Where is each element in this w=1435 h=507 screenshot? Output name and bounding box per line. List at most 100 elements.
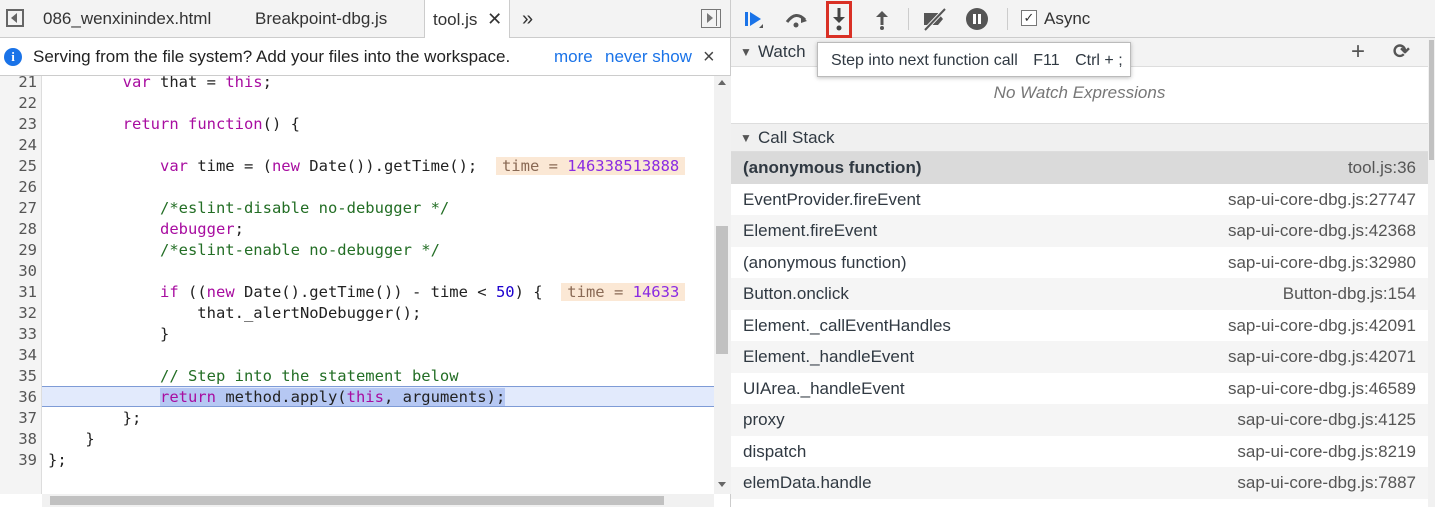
code-editor[interactable]: var that = this; return function() { var… <box>0 76 714 494</box>
infobar-never-show-link[interactable]: never show <box>605 38 692 76</box>
frame-function-name: (anonymous function) <box>743 158 922 177</box>
line-number[interactable]: 21 <box>0 76 37 93</box>
call-stack-frame[interactable]: dispatch sap-ui-core-dbg.js:8219 <box>731 435 1428 467</box>
frame-location-link[interactable]: sap-ui-core-dbg.js:27747 <box>1228 184 1416 215</box>
toolbar-divider-2 <box>1007 8 1008 30</box>
code-line-31: if ((new Date().getTime()) - time < 50) … <box>48 282 686 303</box>
refresh-icon[interactable]: ⟳ <box>1393 38 1410 66</box>
editor-vertical-scrollbar[interactable] <box>714 76 731 494</box>
line-number[interactable]: 38 <box>0 429 37 450</box>
line-number[interactable]: 37 <box>0 408 37 429</box>
call-stack-frame[interactable]: Element._handleEvent sap-ui-core-dbg.js:4… <box>731 341 1428 373</box>
call-stack-frame[interactable]: proxy sap-ui-core-dbg.js:4125 <box>731 404 1428 436</box>
line-number[interactable]: 29 <box>0 240 37 261</box>
frame-function-name: Element._callEventHandles <box>743 315 951 335</box>
step-into-button[interactable] <box>826 1 852 38</box>
step-over-icon[interactable] <box>783 6 809 32</box>
code-line-33: } <box>48 325 170 343</box>
line-number[interactable]: 31 <box>0 282 37 303</box>
line-number[interactable]: 35 <box>0 366 37 387</box>
code-line-35: // Step into the statement below <box>48 367 459 385</box>
scrollbar-thumb-horizontal[interactable] <box>50 496 664 505</box>
inline-value-time: time = 146338513888 <box>495 157 686 175</box>
frame-function-name: UIArea._handleEvent <box>743 378 905 398</box>
frame-location-link[interactable]: sap-ui-core-dbg.js:4125 <box>1237 404 1416 435</box>
line-number[interactable]: 26 <box>0 177 37 198</box>
code-line-25: var time = (new Date()).getTime(); time … <box>48 156 686 177</box>
resume-icon[interactable] <box>741 6 767 32</box>
step-into-icon <box>833 8 845 31</box>
line-number[interactable]: 30 <box>0 261 37 282</box>
call-stack-frame[interactable]: Element.fireEvent sap-ui-core-dbg.js:4236… <box>731 215 1428 247</box>
code-line-21: var that = this; <box>48 76 272 91</box>
frame-location-link[interactable]: tool.js:36 <box>1348 152 1416 183</box>
call-stack-frame[interactable]: Button.onclick Button-dbg.js:154 <box>731 278 1428 310</box>
close-tab-icon[interactable]: ✕ <box>487 9 502 29</box>
frame-location-link[interactable]: Button-dbg.js:154 <box>1283 278 1416 309</box>
line-number[interactable]: 36 <box>0 387 37 408</box>
frame-function-name: Element.fireEvent <box>743 221 878 240</box>
infobar-more-link[interactable]: more <box>554 38 593 76</box>
frame-function-name: EventProvider.fireEvent <box>743 189 921 209</box>
call-stack-frame[interactable]: (anonymous function) sap-ui-core-dbg.js:3… <box>731 246 1428 278</box>
infobar-message: Serving from the file system? Add your f… <box>33 47 511 66</box>
frame-location-link[interactable]: sap-ui-core-dbg.js:42071 <box>1228 341 1416 372</box>
close-icon[interactable]: × <box>703 38 715 76</box>
frame-location-link[interactable]: sap-ui-core-dbg.js:32980 <box>1228 247 1416 278</box>
line-number[interactable]: 33 <box>0 324 37 345</box>
frame-location-link[interactable]: sap-ui-core-dbg.js:46589 <box>1228 373 1416 404</box>
toggle-navigator-icon[interactable] <box>6 9 24 27</box>
call-stack-frame[interactable]: (anonymous function) tool.js:36 <box>731 152 1428 184</box>
sidebar-scrollbar-thumb[interactable] <box>1429 40 1434 160</box>
add-watch-icon[interactable]: + <box>1351 38 1365 66</box>
tab-tool-js-label: tool.js <box>433 10 478 29</box>
line-number[interactable]: 23 <box>0 114 37 135</box>
line-number[interactable]: 25 <box>0 156 37 177</box>
code-line-29: /*eslint-enable no-debugger */ <box>48 241 440 259</box>
step-out-icon[interactable] <box>869 6 895 32</box>
call-stack-section-header[interactable]: ▼ Call Stack <box>731 124 1428 152</box>
call-stack-frame[interactable]: UIArea._handleEvent sap-ui-core-dbg.js:46… <box>731 372 1428 404</box>
step-into-tooltip: Step into next function call F11 Ctrl + … <box>817 42 1131 77</box>
line-number[interactable]: 39 <box>0 450 37 471</box>
line-number[interactable]: 22 <box>0 93 37 114</box>
line-number[interactable]: 34 <box>0 345 37 366</box>
deactivate-breakpoints-icon[interactable] <box>921 6 947 32</box>
pause-on-exceptions-icon[interactable] <box>964 6 990 32</box>
editor-horizontal-scrollbar[interactable] <box>42 494 714 507</box>
code-line-39: }; <box>48 451 67 469</box>
toggle-debugger-sidebar-icon[interactable] <box>701 9 721 28</box>
async-checkbox[interactable]: ✓ <box>1021 10 1037 26</box>
frame-location-link[interactable]: sap-ui-core-dbg.js:42091 <box>1228 310 1416 341</box>
watch-title: Watch <box>758 42 806 61</box>
tab-breakpoint-dbg[interactable]: Breakpoint-dbg.js <box>255 0 387 37</box>
code-line-38: } <box>48 430 95 448</box>
frame-location-link[interactable]: sap-ui-core-dbg.js:7887 <box>1237 467 1416 498</box>
code-line-27: /*eslint-disable no-debugger */ <box>48 199 450 217</box>
scroll-up-arrow-icon[interactable] <box>718 80 726 85</box>
line-number[interactable]: 32 <box>0 303 37 324</box>
tooltip-text: Step into next function call <box>831 52 1018 69</box>
call-stack-frame[interactable]: Element._callEventHandles sap-ui-core-dbg… <box>731 309 1428 341</box>
call-stack-frame[interactable]: EventProvider.fireEvent sap-ui-core-dbg.j… <box>731 183 1428 215</box>
tab-tool-js[interactable]: tool.js ✕ <box>424 0 510 38</box>
frame-function-name: Button.onclick <box>743 284 849 303</box>
code-line-28: debugger; <box>159 220 244 238</box>
line-number[interactable]: 28 <box>0 219 37 240</box>
tab-overflow-icon[interactable]: » <box>522 0 533 37</box>
watch-empty-text: No Watch Expressions <box>993 83 1166 102</box>
inline-value-time-2: time = 14633 <box>561 283 686 301</box>
scroll-down-arrow-icon[interactable] <box>718 482 726 487</box>
line-number[interactable]: 24 <box>0 135 37 156</box>
frame-location-link[interactable]: sap-ui-core-dbg.js:42368 <box>1228 215 1416 246</box>
scrollbar-thumb[interactable] <box>716 226 728 354</box>
frame-location-link[interactable]: sap-ui-core-dbg.js:8219 <box>1237 436 1416 467</box>
line-number[interactable]: 27 <box>0 198 37 219</box>
expand-triangle-icon: ▼ <box>740 131 752 145</box>
code-line-23: return function() { <box>48 115 300 133</box>
debugger-toolbar: ✓ Async <box>731 0 1435 38</box>
call-stack-frame[interactable]: elemData.handle sap-ui-core-dbg.js:7887 <box>731 467 1428 499</box>
tab-086-wenxinindex[interactable]: 086_wenxinindex.html <box>43 0 211 37</box>
sidebar-scrollbar[interactable] <box>1428 38 1435 507</box>
frame-function-name: elemData.handle <box>743 473 872 492</box>
